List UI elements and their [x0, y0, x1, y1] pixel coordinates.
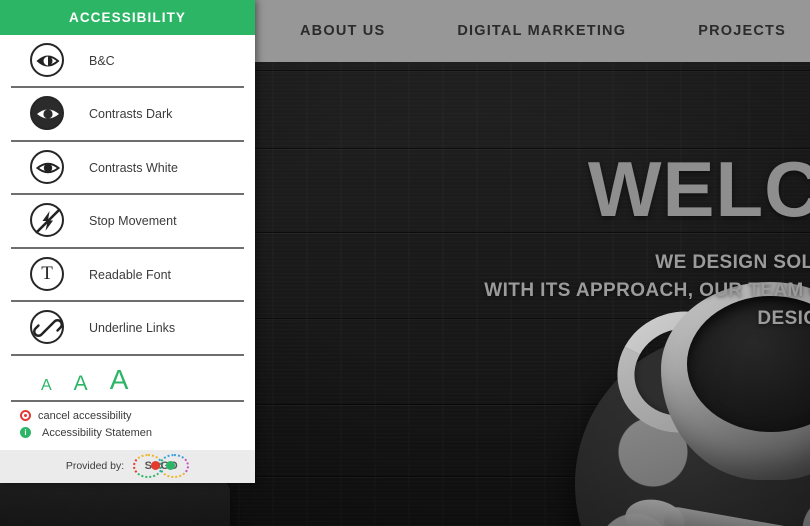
accessibility-option-readable-font[interactable]: T Readable Font: [11, 249, 244, 303]
accessibility-links: cancel accessibility i Accessibility Sta…: [0, 402, 255, 450]
accessibility-option-bc[interactable]: B&C: [11, 35, 244, 89]
accessibility-panel-header: ACCESSIBILITY: [0, 0, 255, 35]
accessibility-option-label: Stop Movement: [89, 214, 177, 229]
font-size-medium-button[interactable]: A: [74, 373, 88, 394]
accessibility-options-list: B&C Contrasts Dark Contrasts White Stop …: [0, 35, 255, 450]
accessibility-option-underline-links[interactable]: Underline Links: [11, 302, 244, 356]
cancel-accessibility-link[interactable]: cancel accessibility: [20, 410, 255, 422]
stop-movement-icon: [29, 202, 67, 240]
accessibility-panel-footer: Provided by: SOGO: [0, 449, 255, 483]
coffee-cup-photo-element: [565, 282, 810, 526]
accessibility-option-label: Contrasts White: [89, 160, 178, 175]
nav-about-us[interactable]: ABOUT US: [300, 23, 385, 39]
sogo-logo[interactable]: SOGO: [133, 452, 190, 480]
font-size-controls: A A A: [11, 356, 244, 402]
cancel-icon: [20, 410, 31, 422]
accessibility-option-label: Underline Links: [89, 321, 176, 336]
accessibility-option-stop-movement[interactable]: Stop Movement: [11, 195, 244, 249]
eye-contrast-icon: [29, 42, 67, 80]
font-size-small-button[interactable]: A: [41, 377, 52, 394]
accessibility-panel-title: ACCESSIBILITY: [68, 9, 187, 25]
underline-links-icon: [29, 309, 67, 347]
accessibility-option-contrasts-dark[interactable]: Contrasts Dark: [11, 88, 244, 142]
accessibility-option-label: Contrasts Dark: [89, 107, 173, 122]
accessibility-statement-link[interactable]: i Accessibility Statemen: [20, 427, 255, 439]
provided-by-label: Provided by:: [65, 460, 125, 473]
readable-font-icon: T: [29, 256, 67, 294]
eye-dark-icon: [29, 95, 67, 133]
screen-root: WELCOME WE DESIGN SOLUTIONS FOR WITH ITS…: [0, 0, 810, 526]
background-device-element: [0, 478, 230, 526]
accessibility-option-contrasts-white[interactable]: Contrasts White: [11, 142, 244, 196]
nav-projects[interactable]: PROJECTS: [698, 23, 786, 39]
eye-white-icon: [29, 149, 67, 187]
accessibility-option-label: Readable Font: [89, 267, 172, 282]
accessibility-option-label: B&C: [89, 53, 115, 68]
readable-font-glyph: T: [41, 262, 53, 284]
accessibility-panel: ACCESSIBILITY B&C Contrasts Dark Contras…: [0, 0, 255, 483]
accessibility-statement-label: Accessibility Statemen: [42, 426, 153, 439]
cancel-accessibility-label: cancel accessibility: [38, 409, 132, 422]
nav-digital-marketing[interactable]: DIGITAL MARKETING: [457, 23, 626, 39]
font-size-large-button[interactable]: A: [110, 365, 129, 394]
info-icon: i: [20, 427, 31, 439]
